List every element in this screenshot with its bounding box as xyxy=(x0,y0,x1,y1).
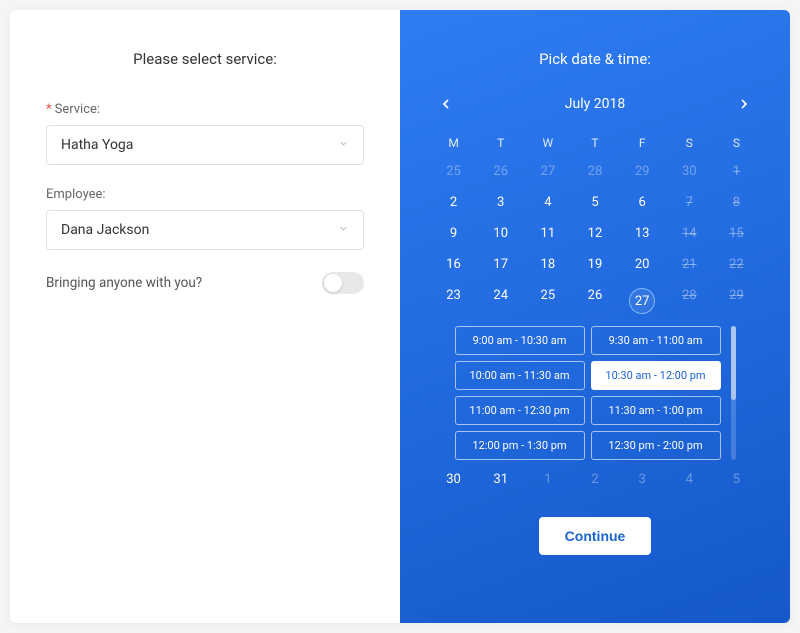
calendar-day: 7 xyxy=(666,187,713,218)
scroll-thumb-icon xyxy=(731,326,736,400)
calendar-day[interactable]: 6 xyxy=(619,187,666,218)
calendar-week-row: 2345678 xyxy=(430,187,760,218)
calendar-dow: S xyxy=(666,130,713,156)
timeslot[interactable]: 9:00 am - 10:30 am xyxy=(455,326,585,355)
calendar-day[interactable]: 30 xyxy=(430,464,477,495)
calendar-week-row: 23242526272829 xyxy=(430,280,760,322)
calendar-day[interactable]: 23 xyxy=(430,280,477,322)
timeslot-grid: 9:00 am - 10:30 am9:30 am - 11:00 am10:0… xyxy=(455,326,721,460)
timeslot-area: 9:00 am - 10:30 am9:30 am - 11:00 am10:0… xyxy=(430,326,760,460)
calendar-dow-row: MTWTFSS xyxy=(430,130,760,156)
employee-field-label: Employee: xyxy=(46,187,364,202)
calendar-day: 29 xyxy=(713,280,760,322)
calendar-day: 30 xyxy=(666,156,713,187)
timeslot[interactable]: 12:30 pm - 2:00 pm xyxy=(591,431,721,460)
timeslot-scrollbar[interactable] xyxy=(731,326,736,460)
calendar-dow: T xyxy=(477,130,524,156)
calendar-day: 1 xyxy=(713,156,760,187)
required-star-icon: * xyxy=(46,102,52,117)
service-select[interactable]: Hatha Yoga xyxy=(46,125,364,165)
calendar-day: 2 xyxy=(571,464,618,495)
calendar-day[interactable]: 4 xyxy=(524,187,571,218)
chevron-left-icon xyxy=(438,96,454,112)
calendar-day: 22 xyxy=(713,249,760,280)
calendar-day[interactable]: 17 xyxy=(477,249,524,280)
calendar-dow: W xyxy=(524,130,571,156)
bringing-anyone-row: Bringing anyone with you? xyxy=(46,272,364,294)
calendar-day: 15 xyxy=(713,218,760,249)
calendar-day: 21 xyxy=(666,249,713,280)
calendar-day[interactable]: 26 xyxy=(571,280,618,322)
calendar-day: 1 xyxy=(524,464,571,495)
timeslot[interactable]: 10:30 am - 12:00 pm xyxy=(591,361,721,390)
calendar-week-row: 9101112131415 xyxy=(430,218,760,249)
toggle-knob-icon xyxy=(324,274,342,292)
calendar-day[interactable]: 11 xyxy=(524,218,571,249)
calendar: MTWTFSS 25262728293012345678910111213141… xyxy=(430,130,760,495)
calendar-day[interactable]: 10 xyxy=(477,218,524,249)
calendar-day: 5 xyxy=(713,464,760,495)
continue-button[interactable]: Continue xyxy=(539,517,652,555)
month-label: July 2018 xyxy=(565,96,625,112)
timeslot[interactable]: 11:00 am - 12:30 pm xyxy=(455,396,585,425)
calendar-day[interactable]: 16 xyxy=(430,249,477,280)
employee-select[interactable]: Dana Jackson xyxy=(46,210,364,250)
calendar-day: 28 xyxy=(571,156,618,187)
timeslot[interactable]: 9:30 am - 11:00 am xyxy=(591,326,721,355)
calendar-day: 27 xyxy=(524,156,571,187)
month-nav: July 2018 xyxy=(430,92,760,116)
timeslot[interactable]: 12:00 pm - 1:30 pm xyxy=(455,431,585,460)
calendar-dow: T xyxy=(571,130,618,156)
service-field-label: *Service: xyxy=(46,102,364,117)
next-month-button[interactable] xyxy=(732,92,756,116)
prev-month-button[interactable] xyxy=(434,92,458,116)
chevron-right-icon xyxy=(736,96,752,112)
bringing-anyone-toggle[interactable] xyxy=(322,272,364,294)
calendar-week-row: 2526272829301 xyxy=(430,156,760,187)
calendar-day[interactable]: 31 xyxy=(477,464,524,495)
calendar-day: 28 xyxy=(666,280,713,322)
calendar-week-row: 303112345 xyxy=(430,464,760,495)
calendar-week-row: 16171819202122 xyxy=(430,249,760,280)
chevron-down-icon xyxy=(338,137,349,153)
calendar-dow: F xyxy=(619,130,666,156)
calendar-day[interactable]: 25 xyxy=(524,280,571,322)
calendar-day[interactable]: 12 xyxy=(571,218,618,249)
bringing-anyone-label: Bringing anyone with you? xyxy=(46,275,202,291)
calendar-day[interactable]: 20 xyxy=(619,249,666,280)
calendar-day: 25 xyxy=(430,156,477,187)
booking-card: Please select service: *Service: Hatha Y… xyxy=(10,10,790,623)
employee-select-value: Dana Jackson xyxy=(61,222,149,238)
service-panel-title: Please select service: xyxy=(46,50,364,68)
service-panel: Please select service: *Service: Hatha Y… xyxy=(10,10,400,623)
calendar-day[interactable]: 18 xyxy=(524,249,571,280)
calendar-dow: M xyxy=(430,130,477,156)
calendar-day: 29 xyxy=(619,156,666,187)
calendar-day[interactable]: 9 xyxy=(430,218,477,249)
timeslot[interactable]: 11:30 am - 1:00 pm xyxy=(591,396,721,425)
calendar-day: 8 xyxy=(713,187,760,218)
calendar-dow: S xyxy=(713,130,760,156)
calendar-day[interactable]: 3 xyxy=(477,187,524,218)
calendar-day[interactable]: 19 xyxy=(571,249,618,280)
calendar-day[interactable]: 5 xyxy=(571,187,618,218)
datetime-panel: Pick date & time: July 2018 MTWTFSS 2526… xyxy=(400,10,790,623)
chevron-down-icon xyxy=(338,222,349,238)
calendar-day[interactable]: 13 xyxy=(619,218,666,249)
datetime-panel-title: Pick date & time: xyxy=(539,50,651,68)
calendar-day[interactable]: 2 xyxy=(430,187,477,218)
calendar-day: 4 xyxy=(666,464,713,495)
calendar-day: 26 xyxy=(477,156,524,187)
service-select-value: Hatha Yoga xyxy=(61,137,133,153)
timeslot[interactable]: 10:00 am - 11:30 am xyxy=(455,361,585,390)
calendar-day[interactable]: 27 xyxy=(619,280,666,322)
calendar-day: 3 xyxy=(619,464,666,495)
calendar-day[interactable]: 24 xyxy=(477,280,524,322)
calendar-day: 14 xyxy=(666,218,713,249)
